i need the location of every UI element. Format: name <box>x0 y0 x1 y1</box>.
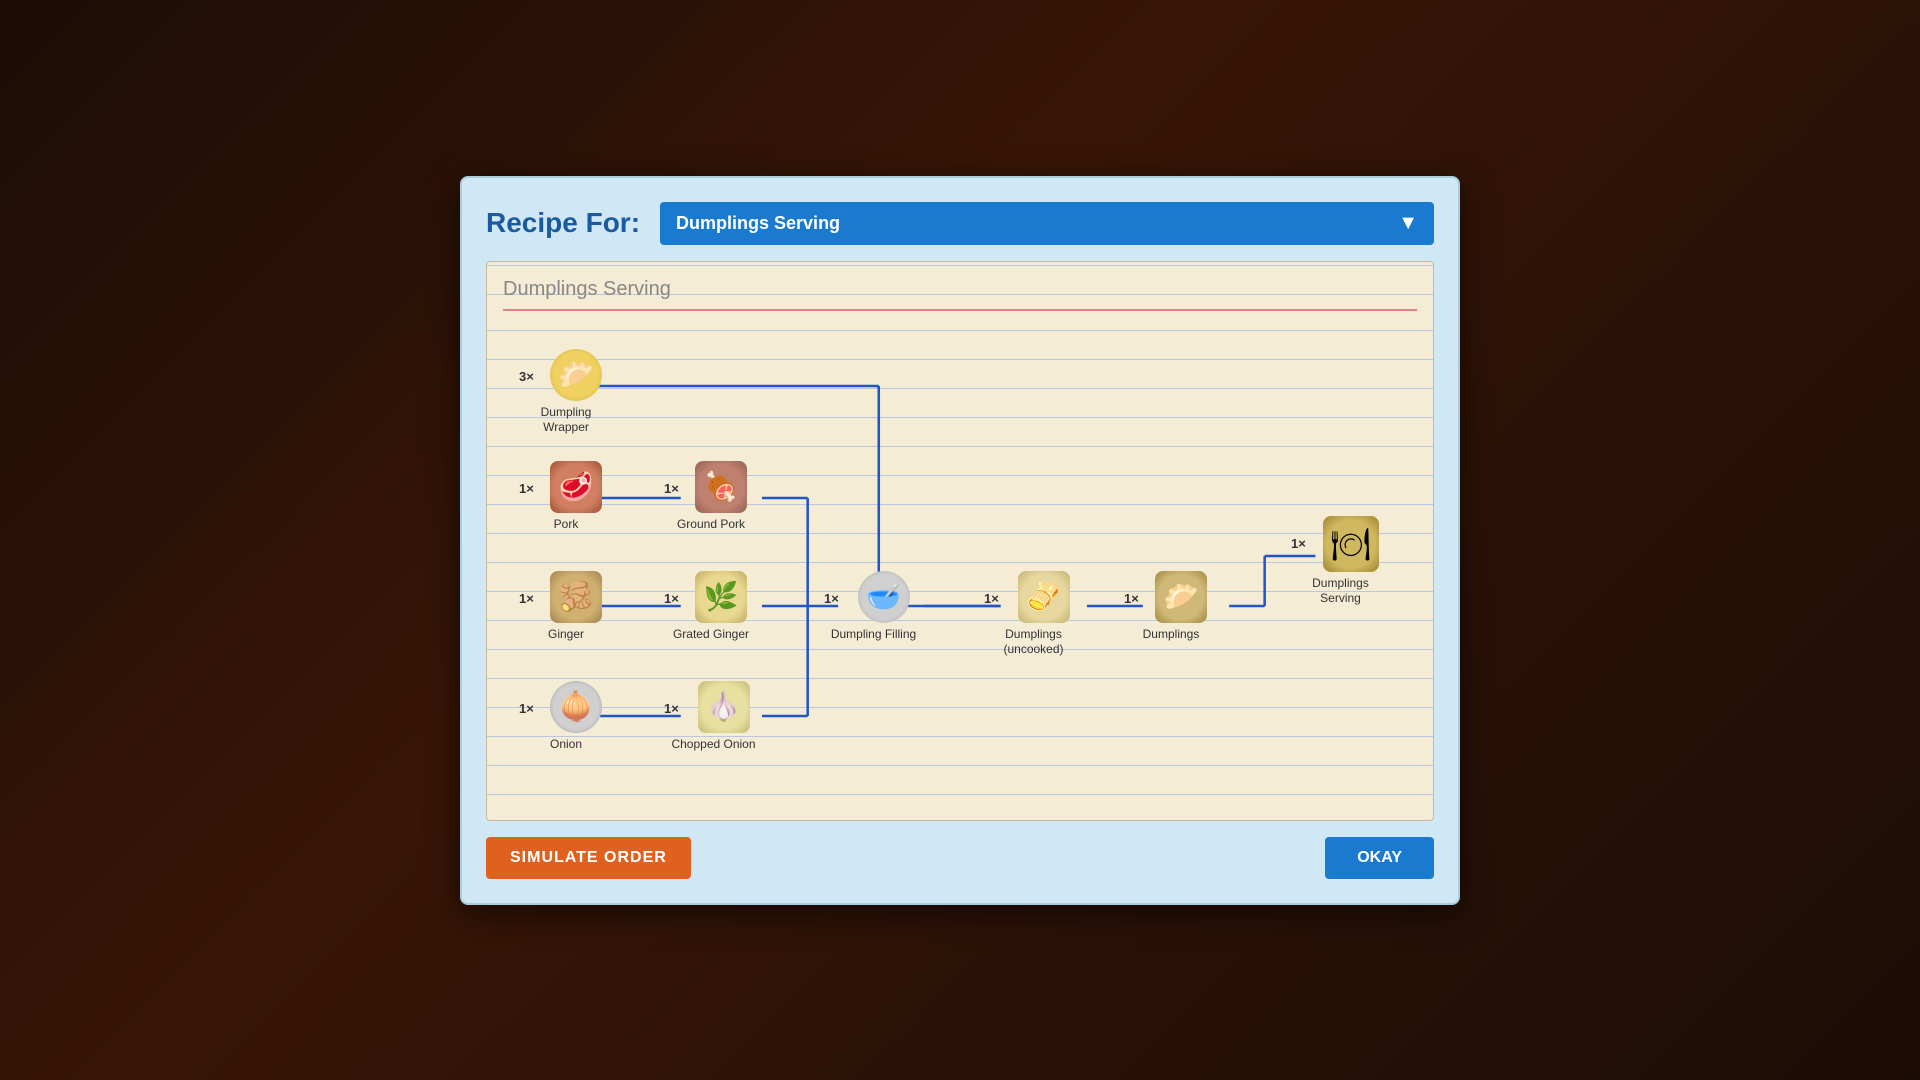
recipe-card: Dumplings Serving <box>486 261 1434 821</box>
label-dumpling-filling: Dumpling Filling <box>831 627 916 643</box>
label-ginger: Ginger <box>548 627 584 643</box>
recipe-content: 3× 🥟 DumplingWrapper 1× 🥩 Pork 1× 🍖 Grou… <box>503 331 1417 781</box>
icon-dumplings-uncooked: 🫔 <box>1018 571 1070 623</box>
okay-button[interactable]: OKAY <box>1325 837 1434 879</box>
qty-ground-pork: 1× <box>664 481 679 496</box>
qty-dumplings-uncooked: 1× <box>984 591 999 606</box>
simulate-order-button[interactable]: SIMULATE ORDER <box>486 837 691 879</box>
dialog-backdrop: Recipe For: Dumplings Serving ▼ Dumpling… <box>0 0 1920 1080</box>
qty-onion: 1× <box>519 701 534 716</box>
label-onion: Onion <box>550 737 582 753</box>
qty-dumpling-wrapper: 3× <box>519 369 534 384</box>
qty-ginger: 1× <box>519 591 534 606</box>
icon-dumpling-wrapper: 🥟 <box>550 349 602 401</box>
qty-chopped-onion: 1× <box>664 701 679 716</box>
red-divider <box>503 309 1417 311</box>
label-chopped-onion: Chopped Onion <box>671 737 755 753</box>
icon-ground-pork: 🍖 <box>695 461 747 513</box>
dropdown-value: Dumplings Serving <box>676 213 840 234</box>
chevron-down-icon: ▼ <box>1398 212 1418 235</box>
label-dumplings: Dumplings <box>1143 627 1200 643</box>
node-pork: 1× 🥩 Pork <box>521 461 611 533</box>
node-dumplings-serving: 1× 🍽 DumplingsServing <box>1293 516 1388 607</box>
qty-grated-ginger: 1× <box>664 591 679 606</box>
recipe-dialog: Recipe For: Dumplings Serving ▼ Dumpling… <box>460 176 1460 905</box>
recipe-for-label: Recipe For: <box>486 207 640 239</box>
label-dumpling-wrapper: DumplingWrapper <box>541 405 592 436</box>
label-ground-pork: Ground Pork <box>677 517 745 533</box>
node-dumplings-uncooked: 1× 🫔 Dumplings(uncooked) <box>986 571 1081 658</box>
icon-chopped-onion: 🧄 <box>698 681 750 733</box>
icon-dumplings-serving: 🍽 <box>1323 516 1379 572</box>
label-grated-ginger: Grated Ginger <box>673 627 749 643</box>
qty-dumplings-serving: 1× <box>1291 536 1306 551</box>
node-dumplings: 1× 🥟 Dumplings <box>1126 571 1216 643</box>
label-dumplings-uncooked: Dumplings(uncooked) <box>1003 627 1063 658</box>
icon-dumplings: 🥟 <box>1155 571 1207 623</box>
qty-dumplings: 1× <box>1124 591 1139 606</box>
node-dumpling-wrapper: 3× 🥟 DumplingWrapper <box>521 349 611 436</box>
icon-pork: 🥩 <box>550 461 602 513</box>
icon-onion: 🧅 <box>550 681 602 733</box>
node-ginger: 1× 🫚 Ginger <box>521 571 611 643</box>
icon-dumpling-filling: 🥣 <box>858 571 910 623</box>
node-onion: 1× 🧅 Onion <box>521 681 611 753</box>
node-chopped-onion: 1× 🧄 Chopped Onion <box>666 681 761 753</box>
node-ground-pork: 1× 🍖 Ground Pork <box>666 461 756 533</box>
qty-pork: 1× <box>519 481 534 496</box>
qty-dumpling-filling: 1× <box>824 591 839 606</box>
label-dumplings-serving: DumplingsServing <box>1312 576 1369 607</box>
recipe-dropdown[interactable]: Dumplings Serving ▼ <box>660 202 1434 245</box>
connector-lines <box>503 331 1417 781</box>
label-pork: Pork <box>554 517 579 533</box>
node-grated-ginger: 1× 🌿 Grated Ginger <box>666 571 756 643</box>
dialog-header: Recipe For: Dumplings Serving ▼ <box>486 202 1434 245</box>
recipe-card-title: Dumplings Serving <box>503 278 1417 301</box>
dialog-footer: SIMULATE ORDER OKAY <box>486 837 1434 879</box>
icon-ginger: 🫚 <box>550 571 602 623</box>
node-dumpling-filling: 1× 🥣 Dumpling Filling <box>826 571 921 643</box>
icon-grated-ginger: 🌿 <box>695 571 747 623</box>
